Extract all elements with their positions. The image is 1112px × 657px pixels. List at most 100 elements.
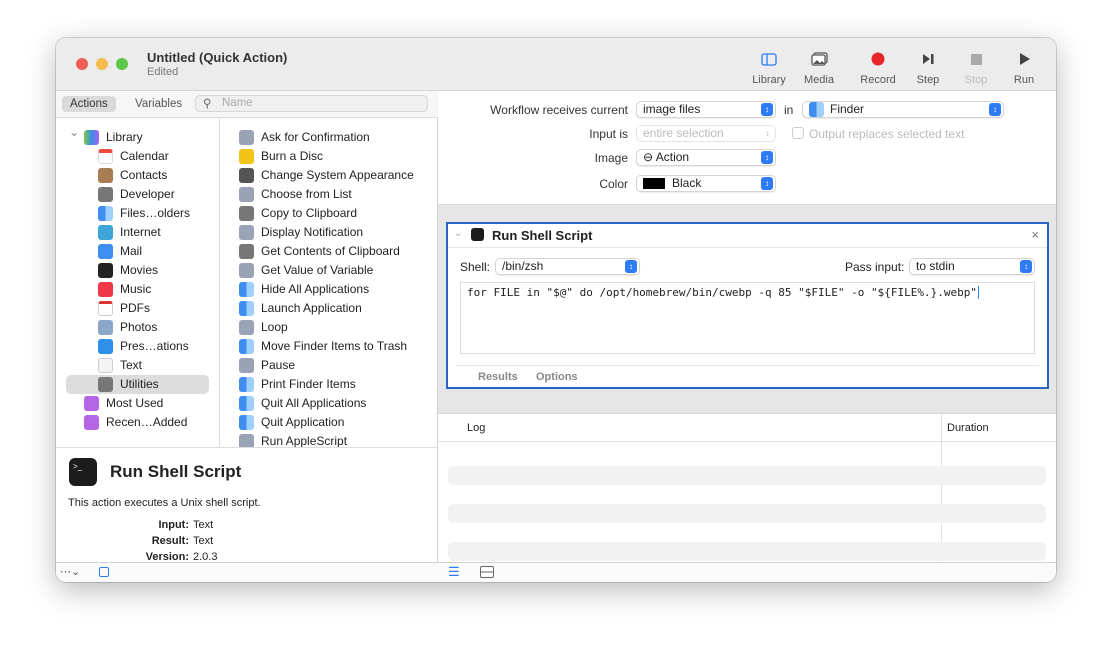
record-icon — [853, 48, 903, 70]
action-item[interactable]: Print Finder Items — [239, 375, 356, 394]
finder-icon — [239, 301, 254, 316]
category-item[interactable]: Recen…Added — [84, 413, 187, 432]
action-item[interactable]: Launch Application — [239, 299, 362, 318]
output-replaces-checkbox[interactable] — [792, 127, 804, 139]
input-is-select[interactable]: entire selection ↕ — [636, 125, 776, 142]
tools-icon — [98, 377, 113, 392]
image-value: ⊖ Action — [643, 150, 690, 164]
log-row — [448, 466, 1046, 485]
sidebar-icon — [744, 48, 794, 70]
shell-select[interactable]: /bin/zsh ↕ — [495, 258, 640, 275]
script-text: for FILE in "$@" do /opt/homebrew/bin/cw… — [467, 286, 977, 299]
color-value: Black — [672, 176, 702, 190]
more-options-icon[interactable]: ⋯⌄ — [60, 565, 80, 578]
script-editor[interactable]: for FILE in "$@" do /opt/homebrew/bin/cw… — [460, 282, 1035, 354]
action-item-label: Choose from List — [261, 187, 352, 201]
window-subtitle: Edited — [147, 66, 179, 78]
run-button[interactable]: Run — [999, 48, 1049, 86]
category-item-label: Photos — [120, 320, 158, 334]
automator-icon — [239, 225, 254, 240]
tab-actions[interactable]: Actions — [62, 96, 116, 112]
close-icon[interactable]: × — [1031, 227, 1039, 242]
search-input[interactable]: ⚲ Name — [195, 95, 428, 112]
action-item[interactable]: Burn a Disc — [239, 147, 323, 166]
burn-icon — [239, 149, 254, 164]
action-item[interactable]: Get Contents of Clipboard — [239, 242, 400, 261]
action-item[interactable]: Loop — [239, 318, 288, 337]
media-button[interactable]: Media — [794, 48, 844, 86]
category-item[interactable]: Mail — [98, 242, 142, 261]
log-row — [448, 504, 1046, 523]
description-toggle-icon[interactable] — [99, 567, 109, 577]
action-item[interactable]: Choose from List — [239, 185, 352, 204]
workflow-pane: Workflow receives current image files ↕ i… — [438, 91, 1056, 563]
automator-window: Untitled (Quick Action) Edited Library M… — [56, 38, 1056, 582]
action-item[interactable]: Change System Appearance — [239, 166, 414, 185]
category-item[interactable]: Music — [98, 280, 151, 299]
stop-button[interactable]: Stop — [951, 48, 1001, 86]
action-item[interactable]: Display Notification — [239, 223, 363, 242]
pass-input-select[interactable]: to stdin ↕ — [909, 258, 1035, 275]
category-item[interactable]: Internet — [98, 223, 161, 242]
disclosure-chevron-icon[interactable]: ⌄ — [69, 125, 79, 139]
chevron-updown-icon: ↕ — [765, 128, 771, 138]
zoom-button[interactable] — [116, 58, 128, 70]
category-item[interactable]: Calendar — [98, 147, 169, 166]
play-icon — [999, 48, 1049, 70]
disclosure-chevron-icon[interactable]: ⌄ — [454, 228, 462, 239]
record-button[interactable]: Record — [853, 48, 903, 86]
library-button[interactable]: Library — [744, 48, 794, 86]
category-item[interactable]: Pres…ations — [98, 337, 189, 356]
split-view-icon[interactable] — [480, 566, 494, 578]
close-button[interactable] — [76, 58, 88, 70]
category-item-label: Text — [120, 358, 143, 372]
category-item[interactable]: Contacts — [98, 166, 167, 185]
log-column-header[interactable]: Log — [467, 422, 485, 434]
list-view-icon[interactable]: ☰ — [448, 564, 460, 580]
application-select[interactable]: Finder ↕ — [802, 101, 1004, 118]
action-item[interactable]: Get Value of Variable — [239, 261, 373, 280]
category-item[interactable]: Most Used — [84, 394, 163, 413]
color-select[interactable]: Black ↕ — [636, 175, 776, 192]
action-item[interactable]: Ask for Confirmation — [239, 128, 370, 147]
output-replaces-label: Output replaces selected text — [809, 127, 965, 141]
category-item-label: PDFs — [120, 301, 150, 315]
category-item[interactable]: Utilities — [98, 375, 159, 394]
action-item[interactable]: Quit Application — [239, 413, 344, 432]
chevron-updown-icon: ↕ — [761, 151, 773, 164]
category-item[interactable]: Files…olders — [98, 204, 190, 223]
receives-select[interactable]: image files ↕ — [636, 101, 776, 118]
category-item[interactable]: Library — [84, 128, 143, 147]
category-item-label: Utilities — [120, 377, 159, 391]
category-item-label: Calendar — [120, 149, 169, 163]
library-pane: Actions Variables ⚲ Name ⌄ Library Calendar… — [56, 91, 438, 563]
tab-variables[interactable]: Variables — [127, 96, 190, 112]
action-item-label: Print Finder Items — [261, 377, 356, 391]
category-item[interactable]: Photos — [98, 318, 157, 337]
run-shell-script-action: ⌄ Run Shell Script × Shell: /bin/zsh ↕ Pa… — [446, 222, 1049, 389]
category-item[interactable]: Movies — [98, 261, 158, 280]
action-item[interactable]: Move Finder Items to Trash — [239, 337, 407, 356]
duration-column-header[interactable]: Duration — [947, 422, 989, 434]
category-item[interactable]: Developer — [98, 185, 175, 204]
smart-folder-icon — [84, 396, 99, 411]
action-item[interactable]: Pause — [239, 356, 295, 375]
tab-results[interactable]: Results — [478, 371, 518, 383]
library-icon — [84, 130, 99, 145]
action-item[interactable]: Copy to Clipboard — [239, 204, 357, 223]
action-item[interactable]: Run AppleScript — [239, 432, 347, 447]
field-label: Result: — [151, 535, 189, 547]
category-item-label: Movies — [120, 263, 159, 277]
minimize-button[interactable] — [96, 58, 108, 70]
step-button[interactable]: Step — [903, 48, 953, 86]
image-select[interactable]: ⊖ Action ↕ — [636, 149, 776, 166]
calendar-icon — [98, 149, 113, 164]
tab-options[interactable]: Options — [536, 371, 578, 383]
photos-icon — [98, 320, 113, 335]
receives-label: Workflow receives current — [490, 103, 628, 117]
finder-icon — [98, 206, 113, 221]
category-item[interactable]: Text — [98, 356, 142, 375]
category-item[interactable]: PDFs — [98, 299, 150, 318]
action-item[interactable]: Hide All Applications — [239, 280, 369, 299]
action-item[interactable]: Quit All Applications — [239, 394, 366, 413]
